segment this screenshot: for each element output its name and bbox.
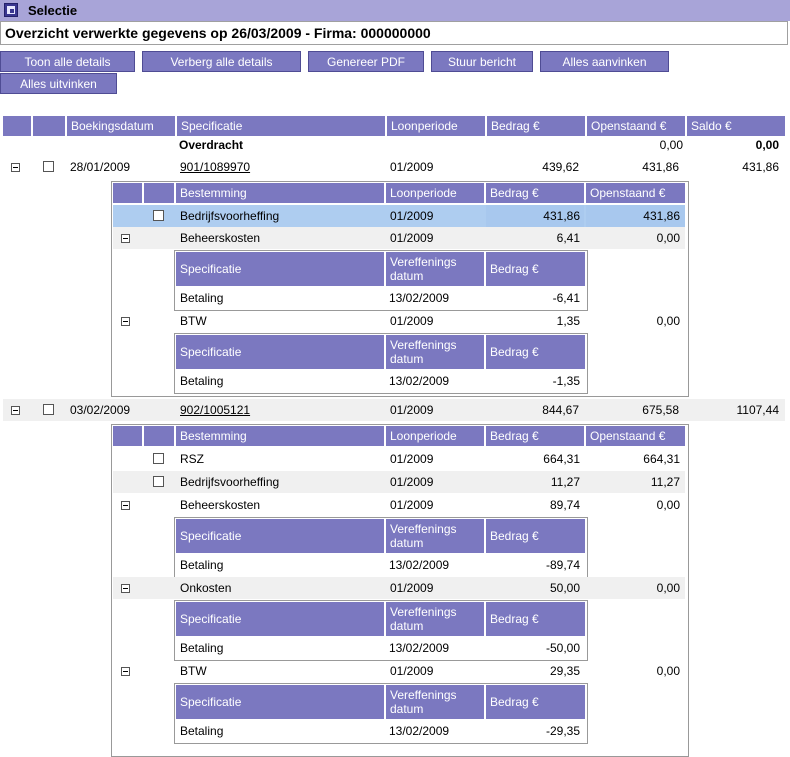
- payment-detail-panel: Specificatie Vereffenings datum Bedrag €…: [174, 517, 588, 578]
- line-checkbox[interactable]: [153, 476, 164, 487]
- header-check-col: [33, 116, 67, 136]
- collapse-icon[interactable]: [121, 584, 130, 593]
- window-title: Selectie: [28, 3, 78, 18]
- generate-pdf-button[interactable]: Genereer PDF: [308, 51, 424, 72]
- payment-detail-panel: Specificatie Vereffenings datum Bedrag €…: [174, 683, 588, 744]
- line-checkbox[interactable]: [153, 210, 164, 221]
- main-table-header: Boekingsdatum Specificatie Loonperiode B…: [3, 116, 785, 136]
- page-title: Overzicht verwerkte gegevens op 26/03/20…: [0, 21, 788, 45]
- header-expand-col: [3, 116, 33, 136]
- payment-detail-panel: Specificatie Vereffenings datum Bedrag €…: [174, 600, 588, 661]
- list-item[interactable]: Onkosten 01/2009 50,00 0,00: [113, 577, 685, 599]
- spec-link[interactable]: 902/1005121: [180, 399, 250, 421]
- collapse-icon[interactable]: [11, 406, 20, 415]
- check-all-button[interactable]: Alles aanvinken: [540, 51, 669, 72]
- collapse-icon[interactable]: [121, 501, 130, 510]
- sub-table-header: Bestemming Loonperiode Bedrag € Openstaa…: [113, 426, 685, 446]
- sub-table-header: Bestemming Loonperiode Bedrag € Openstaa…: [113, 183, 685, 203]
- row-checkbox[interactable]: [43, 404, 54, 415]
- header-loonperiode: Loonperiode: [387, 116, 487, 136]
- title-bar: Selectie: [0, 0, 790, 21]
- list-item[interactable]: Beheerskosten 01/2009 89,74 0,00: [113, 494, 685, 516]
- list-item[interactable]: BTW 01/2009 1,35 0,00: [113, 310, 685, 332]
- list-item[interactable]: Bedrijfsvoorheffing 01/2009 431,86 431,8…: [113, 205, 685, 227]
- collapse-icon[interactable]: [121, 234, 130, 243]
- overdracht-row: Overdracht 0,00 0,00: [179, 138, 779, 152]
- table-row[interactable]: 28/01/2009 901/1089970 01/2009 439,62 43…: [3, 156, 785, 178]
- list-item[interactable]: Beheerskosten 01/2009 6,41 0,00: [113, 227, 685, 249]
- row-checkbox[interactable]: [43, 161, 54, 172]
- list-item[interactable]: RSZ 01/2009 664,31 664,31: [113, 448, 685, 470]
- header-openstaand: Openstaand €: [587, 116, 687, 136]
- header-bedrag: Bedrag €: [487, 116, 587, 136]
- collapse-icon[interactable]: [11, 163, 20, 172]
- header-boekingsdatum: Boekingsdatum: [67, 116, 177, 136]
- line-checkbox[interactable]: [153, 453, 164, 464]
- hide-all-details-button[interactable]: Verberg alle details: [142, 51, 301, 72]
- collapse-icon[interactable]: [121, 317, 130, 326]
- show-all-details-button[interactable]: Toon alle details: [0, 51, 135, 72]
- header-saldo: Saldo €: [687, 116, 785, 136]
- window-icon: [4, 3, 18, 17]
- header-specificatie: Specificatie: [177, 116, 387, 136]
- table-row[interactable]: 03/02/2009 902/1005121 01/2009 844,67 67…: [3, 399, 785, 421]
- list-item[interactable]: BTW 01/2009 29,35 0,00: [113, 660, 685, 682]
- payment-detail-panel: Specificatie Vereffenings datum Bedrag €…: [174, 333, 588, 394]
- spec-link[interactable]: 901/1089970: [180, 156, 250, 178]
- list-item[interactable]: Bedrijfsvoorheffing 01/2009 11,27 11,27: [113, 471, 685, 493]
- send-message-button[interactable]: Stuur bericht: [431, 51, 533, 72]
- payment-detail-panel: Specificatie Vereffenings datum Bedrag €…: [174, 250, 588, 311]
- uncheck-all-button[interactable]: Alles uitvinken: [0, 73, 117, 94]
- collapse-icon[interactable]: [121, 667, 130, 676]
